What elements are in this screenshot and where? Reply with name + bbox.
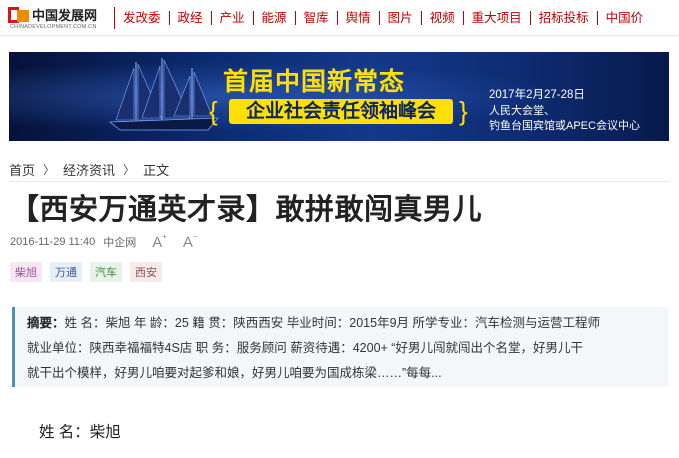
article-source: 中企网: [103, 237, 137, 249]
banner-subtitle-block: { 企业社会责任领袖峰会 }: [207, 97, 477, 127]
nav-item-tupian[interactable]: 图片: [378, 11, 421, 25]
site-logo[interactable]: 中国发展网 CHINADEVELOPMENT.COM.CN: [8, 5, 108, 31]
font-increase-button[interactable]: A+: [152, 232, 167, 251]
tag-chaixu[interactable]: 柴旭: [10, 262, 42, 282]
breadcrumb-separator-icon: 〉: [123, 162, 136, 177]
breadcrumb-section[interactable]: 经济资讯: [63, 160, 115, 179]
logo-name-cn: 中国发展网: [32, 8, 98, 23]
article-body-paragraph: 姓 名：柴旭: [39, 424, 121, 441]
nav-item-zhongda-xiangmu[interactable]: 重大项目: [462, 11, 530, 25]
article-datetime: 2016-11-29 11:40: [10, 236, 96, 248]
nav-item-chanye[interactable]: 产业: [210, 11, 253, 25]
nav-item-nengyuan[interactable]: 能源: [252, 11, 295, 25]
banner-venue-line2: 钓鱼台国宾馆或APEC会议中心: [489, 120, 640, 132]
tag-xian[interactable]: 西安: [130, 262, 162, 282]
nav-item-zhiku[interactable]: 智库: [294, 11, 337, 25]
banner-date: 2017年2月27-28日: [489, 89, 585, 101]
top-navigation-bar: 中国发展网 CHINADEVELOPMENT.COM.CN 发改委 政经 产业 …: [0, 0, 679, 36]
logo-mark-icon: [8, 7, 30, 24]
font-decrease-button[interactable]: A−: [183, 232, 198, 251]
article-title: 【西安万通英才录】敢拼敢闯真男儿: [10, 194, 483, 226]
breadcrumb-divider: [9, 181, 669, 182]
nav-item-zhengjing[interactable]: 政经: [168, 11, 211, 25]
summary-label: 摘要：: [27, 316, 65, 330]
article-meta: 2016-11-29 11:40 中企网 A+ A−: [10, 232, 198, 251]
summary-line-3: 就干出个模样，好男儿咱要对起爹和娘，好男儿咱要为国成栋梁……”每每...: [27, 366, 442, 380]
left-brace-icon: {: [209, 96, 218, 126]
breadcrumb: 首页 〉 经济资讯 〉 正文: [9, 160, 169, 178]
sailing-ship-icon: [108, 58, 219, 131]
banner-title: 首届中国新常态: [223, 68, 406, 96]
article-summary: 摘要：姓 名：柴旭 年 龄：25 籍 贯：陕西西安 毕业时间：2015年9月 所…: [12, 307, 668, 387]
logo-name-en: CHINADEVELOPMENT.COM.CN: [10, 24, 97, 30]
article-tags: 柴旭 万通 汽车 西安: [10, 262, 170, 282]
breadcrumb-separator-icon: 〉: [43, 162, 56, 177]
summary-line-1: 摘要：姓 名：柴旭 年 龄：25 籍 贯：陕西西安 毕业时间：2015年9月 所…: [27, 316, 600, 330]
main-nav: 发改委 政经 产业 能源 智库 舆情 图片 视频 重大项目 招标投标 中国价: [115, 0, 651, 36]
nav-item-yuqing[interactable]: 舆情: [336, 11, 379, 25]
banner-venue-line1: 人民大会堂、: [489, 105, 555, 117]
breadcrumb-current: 正文: [143, 162, 170, 178]
summit-banner-ad[interactable]: 首届中国新常态 { 企业社会责任领袖峰会 } 2017年2月27-28日 人民大…: [9, 52, 669, 141]
breadcrumb-home[interactable]: 首页: [9, 160, 35, 179]
banner-subtitle: 企业社会责任领袖峰会: [229, 99, 453, 124]
nav-item-fagaiwei[interactable]: 发改委: [115, 11, 169, 25]
summary-line-2: 就业单位：陕西幸福福特4S店 职 务：服务顾问 薪资待遇：4200+ “好男儿闯…: [27, 341, 583, 355]
nav-item-zhongguo-jia[interactable]: 中国价: [596, 11, 652, 25]
nav-item-zhaobiao-toubiao[interactable]: 招标投标: [529, 11, 597, 25]
nav-item-shipin[interactable]: 视频: [420, 11, 463, 25]
tag-qiche[interactable]: 汽车: [90, 262, 122, 282]
right-brace-icon: }: [459, 96, 468, 126]
tag-wantong[interactable]: 万通: [50, 262, 82, 282]
